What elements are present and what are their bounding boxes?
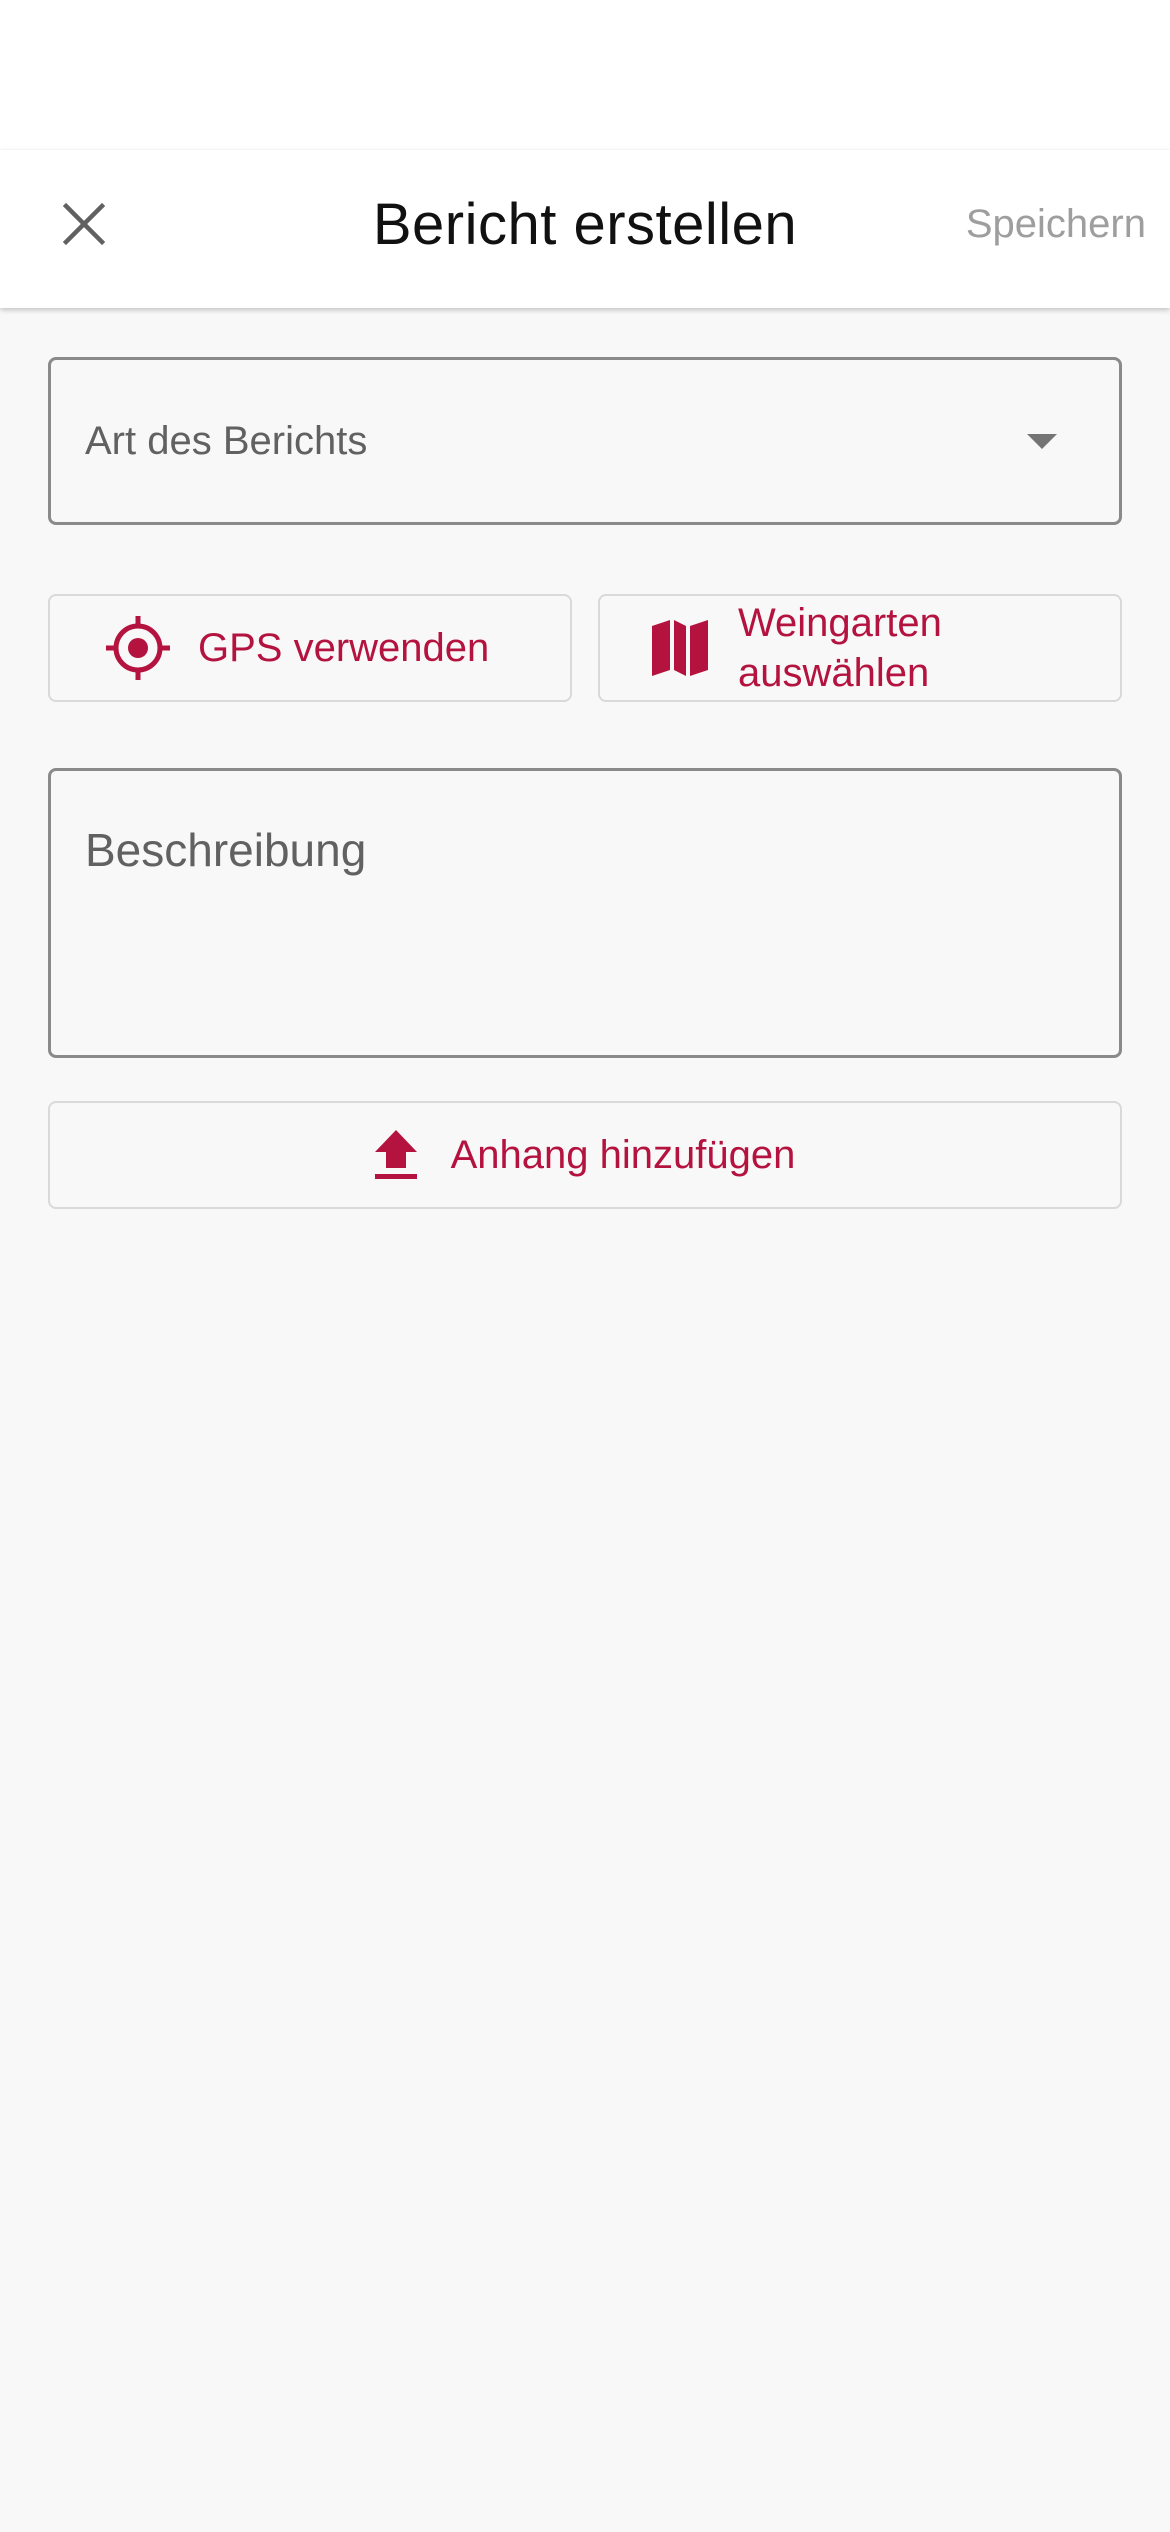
report-type-label: Art des Berichts [85, 418, 368, 463]
map-icon [652, 618, 708, 678]
select-vineyard-button[interactable]: Weingarten auswählen [598, 594, 1122, 702]
report-type-select[interactable]: Art des Berichts [48, 357, 1122, 525]
upload-icon [374, 1130, 417, 1180]
select-vineyard-label-line1: Weingarten [738, 601, 942, 645]
select-vineyard-label: Weingarten auswählen [738, 598, 942, 698]
select-vineyard-label-line2: auswählen [738, 651, 930, 695]
save-button[interactable]: Speichern [966, 150, 1146, 298]
add-attachment-button[interactable]: Anhang hinzufügen [48, 1101, 1122, 1209]
close-icon [60, 200, 108, 248]
close-button[interactable] [40, 150, 128, 298]
app-bar: Bericht erstellen Speichern [0, 150, 1170, 308]
use-gps-label: GPS verwenden [198, 625, 490, 670]
gps-target-icon [104, 614, 172, 682]
status-bar-area [0, 0, 1170, 150]
description-field[interactable]: Beschreibung [48, 768, 1122, 1058]
description-label: Beschreibung [85, 824, 367, 876]
add-attachment-label: Anhang hinzufügen [450, 1132, 796, 1177]
use-gps-button[interactable]: GPS verwenden [48, 594, 572, 702]
dropdown-arrow-icon [1027, 434, 1057, 450]
location-button-row: GPS verwenden Weingarten auswählen [48, 594, 1122, 702]
